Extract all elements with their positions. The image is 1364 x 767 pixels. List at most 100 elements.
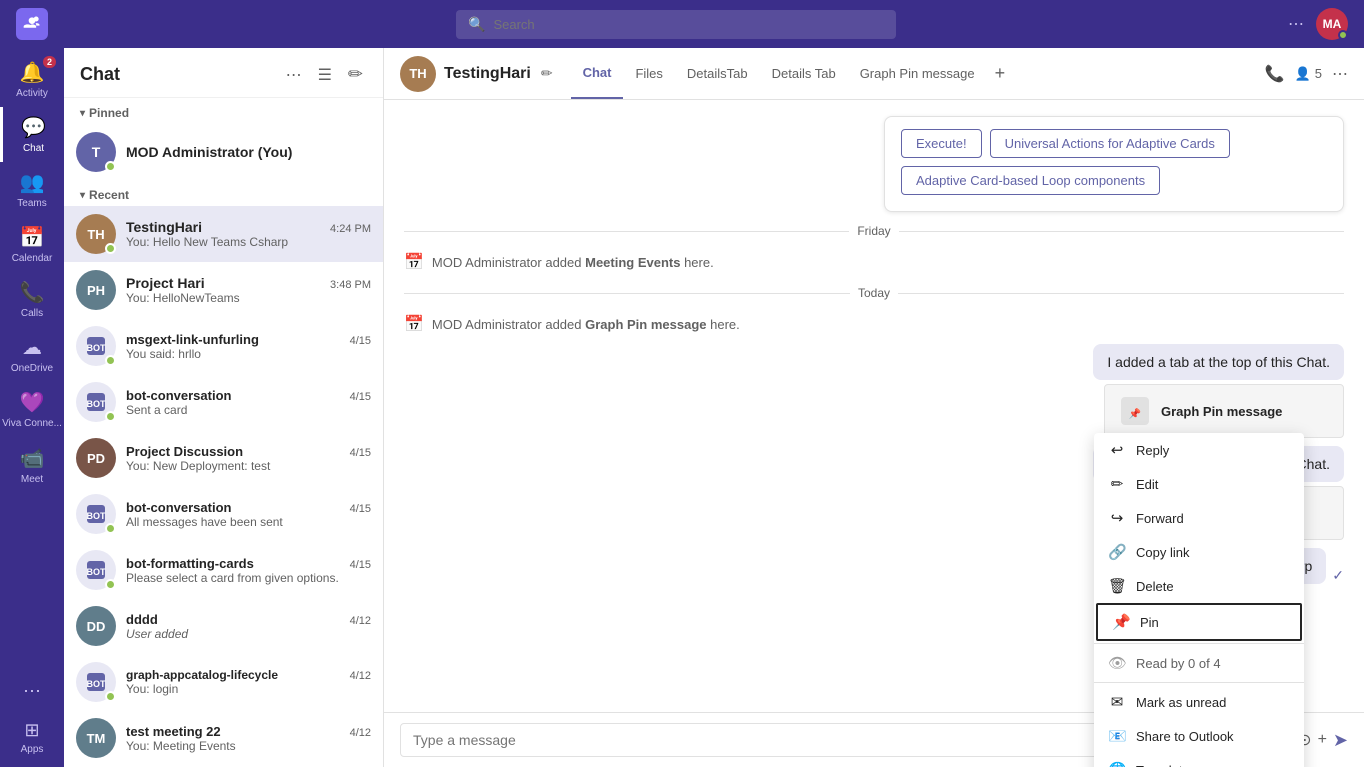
avatar: DD	[76, 606, 116, 646]
tab-details-tab[interactable]: DetailsTab	[675, 48, 760, 99]
event-icon-2: 📅	[404, 314, 424, 334]
user-avatar[interactable]: MA	[1316, 8, 1348, 40]
status-dot	[105, 579, 116, 590]
copy-link-icon: 🔗	[1108, 543, 1126, 561]
tab-chat[interactable]: Chat	[571, 48, 624, 99]
mark-unread-icon: ✉	[1108, 693, 1126, 711]
context-menu-item-forward[interactable]: ↪ Forward	[1094, 501, 1304, 535]
chat-item-graph-app[interactable]: BOT graph-appcatalog-lifecycle 4/12 You:…	[64, 654, 383, 710]
call-button[interactable]: 📞	[1265, 64, 1285, 84]
context-menu-item-delete[interactable]: 🗑 Delete	[1094, 569, 1304, 603]
system-message-2: 📅 MOD Administrator added Graph Pin mess…	[404, 312, 1344, 336]
chat-name: bot-conversation	[126, 500, 231, 515]
context-menu-item-read-by: 👁 Read by 0 of 4	[1094, 646, 1304, 680]
more-options-button[interactable]: ⋯	[282, 61, 306, 89]
recent-chevron: ▾	[80, 190, 85, 201]
sidebar-item-activity[interactable]: 🔔 Activity 2	[0, 52, 64, 107]
chat-time: 4/15	[350, 335, 371, 347]
search-input[interactable]	[493, 17, 884, 32]
tab-details-tab2[interactable]: Details Tab	[760, 48, 848, 99]
universal-actions-button[interactable]: Universal Actions for Adaptive Cards	[990, 129, 1230, 158]
svg-text:BOT: BOT	[87, 511, 107, 521]
filter-button[interactable]: ☰	[314, 61, 336, 89]
recent-section-label: ▾ Recent	[64, 180, 383, 206]
delete-icon: 🗑	[1108, 577, 1126, 595]
teams-icon: 👥	[20, 170, 45, 195]
chat-item-project-discussion[interactable]: PD Project Discussion 4/15 You: New Depl…	[64, 430, 383, 486]
chat-name: bot-conversation	[126, 388, 231, 403]
chat-info: graph-appcatalog-lifecycle 4/12 You: log…	[126, 668, 371, 696]
sidebar-item-viva[interactable]: 💜 Viva Conne...	[0, 382, 64, 438]
chat-item-bot-fmt[interactable]: BOT bot-formatting-cards 4/15 Please sel…	[64, 542, 383, 598]
chat-time: 4/15	[350, 391, 371, 403]
chat-preview: You: Hello New Teams Csharp	[126, 235, 371, 249]
chat-item-project-hari[interactable]: PH Project Hari 3:48 PM You: HelloNewTea…	[64, 262, 383, 318]
more-button[interactable]: ⋯	[21, 675, 44, 708]
chat-info: bot-formatting-cards 4/15 Please select …	[126, 556, 371, 585]
status-dot	[105, 355, 116, 366]
sidebar-item-apps[interactable]: ⊞ Apps	[21, 716, 44, 759]
new-chat-button[interactable]: ✏	[344, 60, 367, 89]
context-menu: ↩ Reply ✏ Edit ↪ Forward 🔗 Copy link 🗑 D…	[1094, 433, 1304, 767]
sidebar-item-meet[interactable]: 📹 Meet	[0, 438, 64, 493]
search-box[interactable]: 🔍	[456, 10, 896, 39]
event-icon: 📅	[404, 252, 424, 272]
sidebar-item-teams[interactable]: 👥 Teams	[0, 162, 64, 217]
calendar-icon: 📅	[20, 225, 45, 250]
chat-item-testing-hari[interactable]: TH TestingHari 4:24 PM You: Hello New Te…	[64, 206, 383, 262]
chat-preview: Please select a card from given options.	[126, 571, 371, 585]
chat-item-mod-admin[interactable]: T MOD Administrator (You)	[64, 124, 383, 180]
sidebar-item-chat[interactable]: 💬 Chat	[0, 107, 64, 162]
chat-name: test meeting 22	[126, 724, 221, 739]
tab-graph-pin[interactable]: Graph Pin message	[848, 48, 987, 99]
chat-name: TestingHari	[126, 219, 202, 235]
context-menu-item-copy-link[interactable]: 🔗 Copy link	[1094, 535, 1304, 569]
message-status-icon: ✓	[1332, 567, 1344, 584]
left-rail: 🔔 Activity 2 💬 Chat 👥 Teams 📅 Calendar 📞…	[0, 48, 64, 767]
members-button[interactable]: 👤 5	[1295, 66, 1322, 82]
message-bubble-1: I added a tab at the top of this Chat.	[1093, 344, 1344, 380]
chat-item-dddd[interactable]: DD dddd 4/12 User added	[64, 598, 383, 654]
avatar: PH	[76, 270, 116, 310]
chat-item-msgext[interactable]: BOT msgext-link-unfurling 4/15 You said:…	[64, 318, 383, 374]
svg-text:BOT: BOT	[87, 343, 107, 353]
more-header-button[interactable]: ⋯	[1332, 64, 1348, 84]
sidebar-item-calls[interactable]: 📞 Calls	[0, 272, 64, 327]
context-menu-item-reply[interactable]: ↩ Reply	[1094, 433, 1304, 467]
viva-icon: 💜	[20, 390, 45, 415]
chat-preview: You: Meeting Events	[126, 739, 371, 753]
chat-name: MOD Administrator (You)	[126, 144, 292, 160]
svg-text:BOT: BOT	[87, 567, 107, 577]
execute-button[interactable]: Execute!	[901, 129, 982, 158]
pinned-chevron: ▾	[80, 108, 85, 119]
chat-item-test-meet22[interactable]: TM test meeting 22 4/12 You: Meeting Eve…	[64, 710, 383, 766]
sidebar-item-calendar[interactable]: 📅 Calendar	[0, 217, 64, 272]
chat-header-name: TestingHari	[444, 65, 531, 83]
edit-name-button[interactable]: ✏	[539, 63, 555, 84]
date-divider-friday: Friday	[404, 224, 1344, 238]
context-menu-item-edit[interactable]: ✏ Edit	[1094, 467, 1304, 501]
chat-item-bot-conv2[interactable]: BOT bot-conversation 4/15 All messages h…	[64, 486, 383, 542]
teams-logo[interactable]	[16, 8, 48, 40]
calls-icon: 📞	[20, 280, 45, 305]
loop-components-button[interactable]: Adaptive Card-based Loop components	[901, 166, 1160, 195]
add-tab-button[interactable]: +	[987, 48, 1014, 99]
sidebar-item-onedrive[interactable]: ☁ OneDrive	[0, 327, 64, 382]
chat-item-bot-conv1[interactable]: BOT bot-conversation 4/15 Sent a card	[64, 374, 383, 430]
date-divider-today: Today	[404, 286, 1344, 300]
attach-button[interactable]: +	[1318, 731, 1327, 749]
chat-name: Project Hari	[126, 275, 205, 291]
chat-preview: You: login	[126, 682, 371, 696]
context-menu-item-share-outlook[interactable]: 📧 Share to Outlook	[1094, 719, 1304, 753]
context-menu-item-pin[interactable]: 📌 Pin	[1096, 603, 1302, 641]
settings-button[interactable]: ⋯	[1288, 14, 1304, 34]
tab-files[interactable]: Files	[623, 48, 674, 99]
status-dot	[105, 691, 116, 702]
chat-info: dddd 4/12 User added	[126, 612, 371, 641]
chat-time: 4/12	[350, 670, 371, 682]
send-button[interactable]: ➤	[1333, 730, 1348, 751]
graph-card-1: 📌 Graph Pin message	[1104, 384, 1344, 438]
avatar: BOT	[76, 382, 116, 422]
context-menu-item-translate[interactable]: 🌐 Translate	[1094, 753, 1304, 767]
context-menu-item-mark-unread[interactable]: ✉ Mark as unread	[1094, 685, 1304, 719]
